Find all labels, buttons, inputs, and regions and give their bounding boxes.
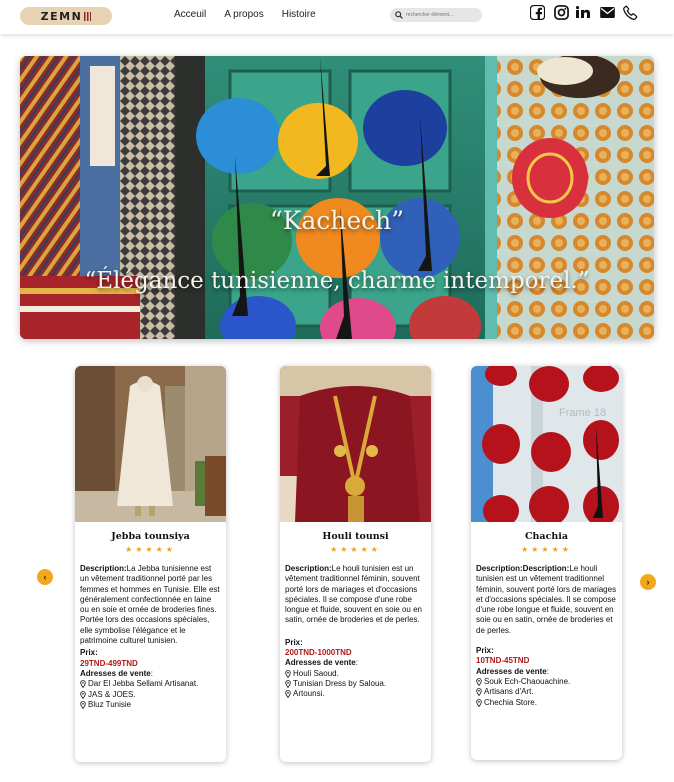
location-pin-icon — [285, 669, 291, 678]
address-item: Artounsi. — [285, 689, 427, 699]
description-label: Description:Description: — [476, 564, 570, 573]
chevron-right-icon: › — [646, 577, 650, 587]
address-item: Chechia Store. — [476, 698, 618, 708]
rating-stars: ★★★★★ — [125, 545, 176, 554]
product-title: Houli tounsi — [322, 531, 389, 542]
product-image-houli — [280, 366, 431, 522]
top-header: ZEMN Acceuil A propos Histoire — [0, 0, 674, 34]
search-bar[interactable] — [390, 8, 482, 22]
product-card-chachia[interactable]: Frame 18 Chachia ★★★★★ Description:Descr… — [471, 366, 622, 760]
price-value: 10TND-45TND — [476, 656, 530, 666]
carousel-next-button[interactable]: › — [640, 574, 656, 590]
address-item: Tunisian Dress by Saloua. — [285, 679, 427, 689]
description-text: La Jebba tunisienne est un vêtement trad… — [80, 564, 220, 646]
price-value: 29TND-499TND — [80, 658, 138, 668]
location-pin-icon — [80, 690, 86, 699]
product-image-jebba — [75, 366, 226, 522]
rating-stars: ★★★★★ — [330, 545, 381, 554]
facebook-icon[interactable] — [529, 4, 545, 20]
carousel-prev-button[interactable]: ‹ — [37, 569, 53, 585]
product-description: Description:La Jebba tunisienne est un v… — [80, 564, 222, 646]
hero-image — [20, 56, 654, 339]
description-text: Le houli tunisien est un vêtement tradit… — [476, 564, 617, 635]
location-pin-icon — [285, 680, 291, 689]
image-watermark: Frame 18 — [559, 407, 607, 419]
description-text: Le houli tunisien est un vêtement tradit… — [285, 564, 422, 625]
mail-icon[interactable] — [599, 4, 615, 20]
chevron-left-icon: ‹ — [43, 572, 47, 582]
location-pin-icon — [476, 698, 482, 707]
search-input[interactable] — [406, 12, 476, 18]
logo-text: ZEMN — [40, 9, 83, 23]
address-item: JAS & JOES. — [80, 690, 222, 700]
nav-histoire[interactable]: Histoire — [282, 9, 316, 20]
main-nav: Acceuil A propos Histoire — [174, 9, 316, 20]
address-item: Bluz Tunisie — [80, 700, 222, 710]
hero-subtitle: “Élégance tunisienne, charme intemporel.… — [84, 268, 590, 294]
logo[interactable]: ZEMN — [20, 7, 112, 25]
instagram-icon[interactable] — [553, 4, 569, 20]
price-label: Prix: — [80, 648, 98, 658]
address-item: Dar El Jebba Sellami Artisanat. — [80, 679, 222, 689]
description-label: Description: — [80, 564, 127, 573]
product-description: Description:Le houli tunisien est un vêt… — [285, 564, 427, 626]
hero-title: “Kachech” — [269, 206, 405, 235]
location-pin-icon — [476, 688, 482, 697]
linkedin-icon[interactable] — [576, 4, 592, 20]
description-label: Description: — [285, 564, 332, 573]
price-label: Prix: — [476, 646, 494, 656]
location-pin-icon — [80, 701, 86, 709]
location-pin-icon — [80, 680, 86, 689]
addresses-label: Adresses de vente: — [476, 666, 549, 676]
addresses-label: Adresses de vente: — [285, 658, 358, 668]
logo-mark — [84, 11, 92, 21]
product-card-jebba[interactable]: Jebba tounsiya ★★★★★ Description:La Jebb… — [75, 366, 226, 762]
hero-banner: “Kachech” “Élégance tunisienne, charme i… — [20, 56, 654, 339]
search-icon — [395, 11, 403, 19]
address-item: Souk Ech-Chaouachine. — [476, 677, 618, 687]
product-card-houli[interactable]: Houli tounsi ★★★★★ Description:Le houli … — [280, 366, 431, 762]
address-item: Houli Saoud. — [285, 669, 427, 679]
location-pin-icon — [476, 678, 482, 687]
phone-icon[interactable] — [622, 4, 638, 20]
price-label: Prix: — [285, 637, 303, 647]
nav-acceuil[interactable]: Acceuil — [174, 9, 206, 20]
rating-stars: ★★★★★ — [521, 545, 572, 554]
price-value: 200TND-1000TND — [285, 648, 352, 658]
addresses-label: Adresses de vente: — [80, 668, 153, 678]
product-description: Description:Description:Le houli tunisie… — [476, 564, 618, 636]
nav-a-propos[interactable]: A propos — [224, 9, 263, 20]
product-image-chachia — [471, 366, 622, 522]
product-title: Chachia — [524, 531, 569, 542]
location-pin-icon — [285, 690, 291, 699]
address-item: Artisans d'Art. — [476, 687, 618, 697]
product-title: Jebba tounsiya — [111, 531, 190, 542]
